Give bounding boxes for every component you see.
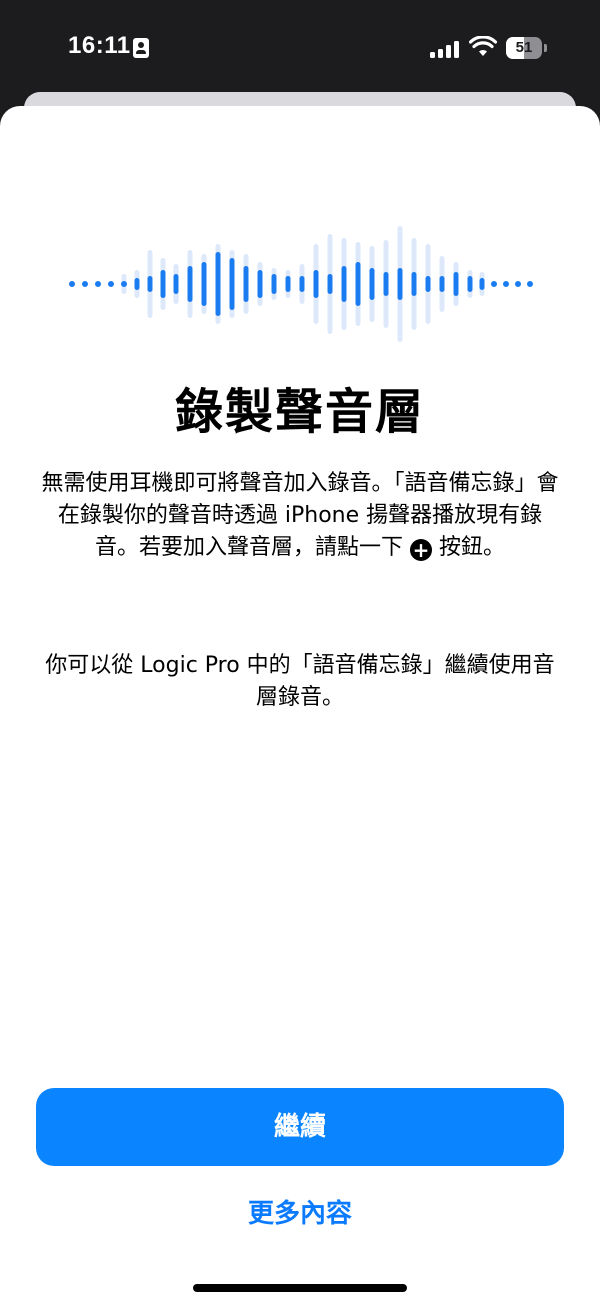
home-indicator[interactable] [193,1284,407,1292]
waveform-bar [341,266,347,302]
waveform-bar [147,276,153,292]
continue-button[interactable]: 繼續 [36,1088,564,1166]
waveform-bar [215,252,221,316]
waveform-bar [439,276,445,292]
status-bar: 16:11 51 [0,0,600,96]
waveform-dot [82,281,88,287]
waveform-dot [527,281,533,287]
waveform-dot [515,281,521,287]
waveform-icon [69,226,533,342]
battery-percent: 51 [515,39,533,56]
logic-pro-paragraph: 你可以從 Logic Pro 中的「語音備忘錄」繼續使用音層錄音。 [45,653,555,710]
waveform-bar [313,270,319,298]
waveform-bar [425,276,431,292]
waveform-dot [69,281,75,287]
waveform-dot [121,281,127,287]
description-paragraph: 無需使用耳機即可將聲音加入錄音。「語音備忘錄」會在錄製你的聲音時透過 iPhon… [36,468,564,564]
waveform-bar [299,276,305,292]
battery-icon: 51 [506,37,542,59]
waveform-bar [369,268,375,300]
waveform-bar [285,276,291,292]
waveform-bar [257,270,263,298]
waveform-bar [411,272,417,296]
waveform-dot [108,281,114,287]
waveform-bar [201,262,207,306]
waveform-bar [479,278,485,290]
waveform-bar [243,266,249,302]
waveform-bar [383,272,389,296]
waveform-dot [95,281,101,287]
page-title: 錄製聲音層 [174,384,425,440]
plus-circle-icon: + [410,539,432,561]
wifi-icon [469,36,497,56]
waveform-bar [467,276,473,292]
waveform-bar [173,274,179,294]
waveform-bar [187,266,193,302]
waveform-bar [397,268,403,300]
waveform-bar [355,262,361,306]
waveform-bar [453,272,459,296]
waveform-bar [160,270,166,298]
description-text-part2: 按鈕。 [439,535,506,560]
waveform-bar [271,274,277,294]
waveform-bar [229,258,235,310]
cellular-signal-icon [430,40,460,58]
battery-tip [544,44,547,52]
more-info-link[interactable]: 更多內容 [200,1192,400,1236]
status-time: 16:11 [68,32,131,59]
waveform-bar [134,278,140,290]
waveform-dot [491,281,497,287]
waveform-dot [503,281,509,287]
waveform-bar [327,274,333,294]
contact-card-icon [133,38,149,58]
